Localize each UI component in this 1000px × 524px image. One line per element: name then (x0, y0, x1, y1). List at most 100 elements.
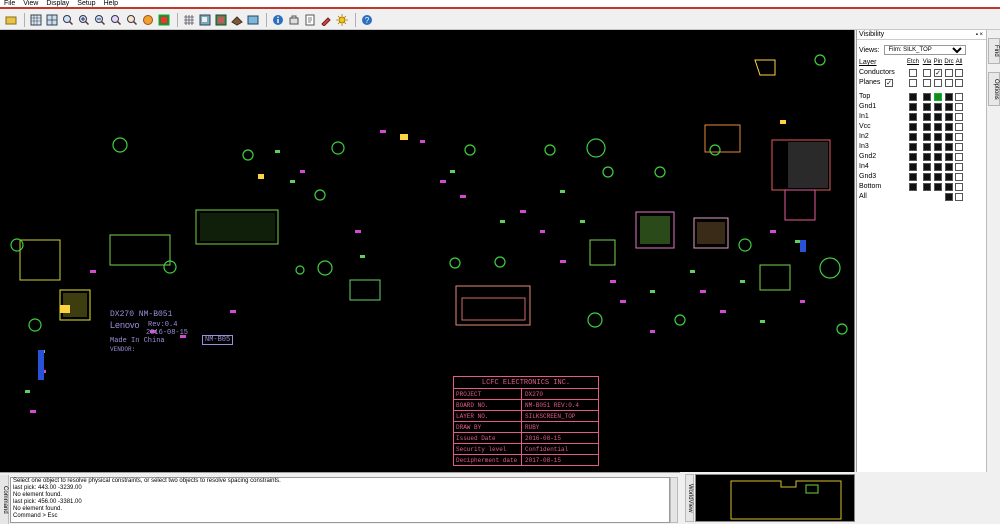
properties-icon[interactable] (214, 13, 228, 27)
zoom-out-icon[interactable] (93, 13, 107, 27)
checkbox[interactable] (923, 69, 931, 77)
layer-toggle[interactable] (909, 123, 917, 131)
checkbox[interactable] (945, 69, 953, 77)
board-canvas[interactable]: DX270 NM-B051 Lenovo Rev:0.4 2016-08-15 … (0, 30, 855, 472)
layer-toggle[interactable] (934, 163, 942, 171)
layer-all-toggle[interactable] (955, 163, 963, 171)
global-row-label: Conductors (859, 69, 895, 76)
layer-all-toggle[interactable] (955, 183, 963, 191)
layer-toggle[interactable] (909, 93, 917, 101)
layer-toggle[interactable] (923, 113, 931, 121)
planes-checkbox[interactable] (885, 79, 893, 87)
menu-display[interactable]: Display (42, 0, 73, 8)
layer-all-toggle[interactable] (955, 143, 963, 151)
all-all-toggle[interactable] (955, 193, 963, 201)
layer-toggle[interactable] (909, 133, 917, 141)
checkbox[interactable] (909, 79, 917, 87)
zoom-fit-icon[interactable] (61, 13, 75, 27)
grid-toggle-icon[interactable] (182, 13, 196, 27)
layer-toggle[interactable] (945, 123, 953, 131)
color-icon[interactable] (246, 13, 260, 27)
all-toggle[interactable] (945, 193, 953, 201)
layer-toggle[interactable] (909, 153, 917, 161)
panel-controls[interactable]: ▪ × (976, 30, 986, 39)
menu-setup[interactable]: Setup (73, 0, 99, 8)
layer-toggle[interactable] (909, 183, 917, 191)
layer-toggle[interactable] (945, 133, 953, 141)
layer-toggle[interactable] (909, 103, 917, 111)
layer-toggle[interactable] (945, 103, 953, 111)
layer-toggle[interactable] (945, 173, 953, 181)
layer-toggle[interactable] (909, 173, 917, 181)
layers-icon[interactable] (198, 13, 212, 27)
report-icon[interactable] (303, 13, 317, 27)
layer-toggle[interactable] (923, 123, 931, 131)
checkbox[interactable] (945, 79, 953, 87)
zoom-prev-icon[interactable] (109, 13, 123, 27)
info-icon[interactable] (271, 13, 285, 27)
layer-toggle[interactable] (923, 183, 931, 191)
layer-all-toggle[interactable] (955, 103, 963, 111)
command-tab[interactable]: Command (0, 475, 9, 524)
worldview-tab[interactable]: WorldView (685, 474, 694, 522)
layer-toggle[interactable] (945, 143, 953, 151)
tab-options[interactable]: Options (988, 72, 1000, 106)
layer-toggle[interactable] (945, 153, 953, 161)
layer-toggle[interactable] (923, 173, 931, 181)
checkbox[interactable] (934, 69, 942, 77)
menu-view[interactable]: View (19, 0, 42, 8)
tab-find[interactable]: Find (988, 38, 1000, 64)
layer-all-toggle[interactable] (955, 113, 963, 121)
sun-icon[interactable] (335, 13, 349, 27)
measure-icon[interactable] (287, 13, 301, 27)
layer-all-toggle[interactable] (955, 173, 963, 181)
checkbox[interactable] (934, 79, 942, 87)
layer-toggle[interactable] (934, 173, 942, 181)
command-scrollbar[interactable] (670, 477, 678, 523)
checkbox[interactable] (955, 69, 963, 77)
layer-toggle[interactable] (934, 133, 942, 141)
zoom-in-icon[interactable] (77, 13, 91, 27)
menu-file[interactable]: File (0, 0, 19, 8)
layer-toggle[interactable] (934, 153, 942, 161)
3d-icon[interactable] (230, 13, 244, 27)
menu-help[interactable]: Help (100, 0, 122, 8)
grid2-icon[interactable] (45, 13, 59, 27)
views-select[interactable]: Film: SILK_TOP (883, 45, 966, 55)
checkbox[interactable] (909, 69, 917, 77)
layer-toggle[interactable] (945, 93, 953, 101)
command-output[interactable]: Select one object to resolve physical co… (10, 477, 670, 523)
layer-all-toggle[interactable] (955, 93, 963, 101)
layer-toggle[interactable] (923, 103, 931, 111)
layer-toggle[interactable] (934, 113, 942, 121)
layer-toggle[interactable] (934, 143, 942, 151)
layer-toggle[interactable] (923, 153, 931, 161)
layer-toggle[interactable] (923, 93, 931, 101)
open-icon[interactable] (4, 13, 18, 27)
highlight-icon[interactable] (157, 13, 171, 27)
layer-toggle[interactable] (923, 143, 931, 151)
grid-icon[interactable] (29, 13, 43, 27)
zoom-icon[interactable] (125, 13, 139, 27)
checkbox[interactable] (923, 79, 931, 87)
help-icon[interactable]: ? (360, 13, 374, 27)
paint-icon[interactable] (319, 13, 333, 27)
layer-toggle[interactable] (934, 103, 942, 111)
layer-all-toggle[interactable] (955, 123, 963, 131)
layer-toggle[interactable] (945, 183, 953, 191)
checkbox[interactable] (955, 79, 963, 87)
layer-toggle[interactable] (934, 93, 942, 101)
layer-toggle[interactable] (923, 163, 931, 171)
layer-toggle[interactable] (945, 113, 953, 121)
worldview-panel[interactable] (695, 474, 855, 522)
refresh-icon[interactable] (141, 13, 155, 27)
layer-toggle[interactable] (934, 183, 942, 191)
layer-all-toggle[interactable] (955, 133, 963, 141)
layer-toggle[interactable] (909, 143, 917, 151)
layer-all-toggle[interactable] (955, 153, 963, 161)
layer-toggle[interactable] (909, 163, 917, 171)
layer-toggle[interactable] (909, 113, 917, 121)
layer-toggle[interactable] (945, 163, 953, 171)
layer-toggle[interactable] (923, 133, 931, 141)
layer-toggle[interactable] (934, 123, 942, 131)
